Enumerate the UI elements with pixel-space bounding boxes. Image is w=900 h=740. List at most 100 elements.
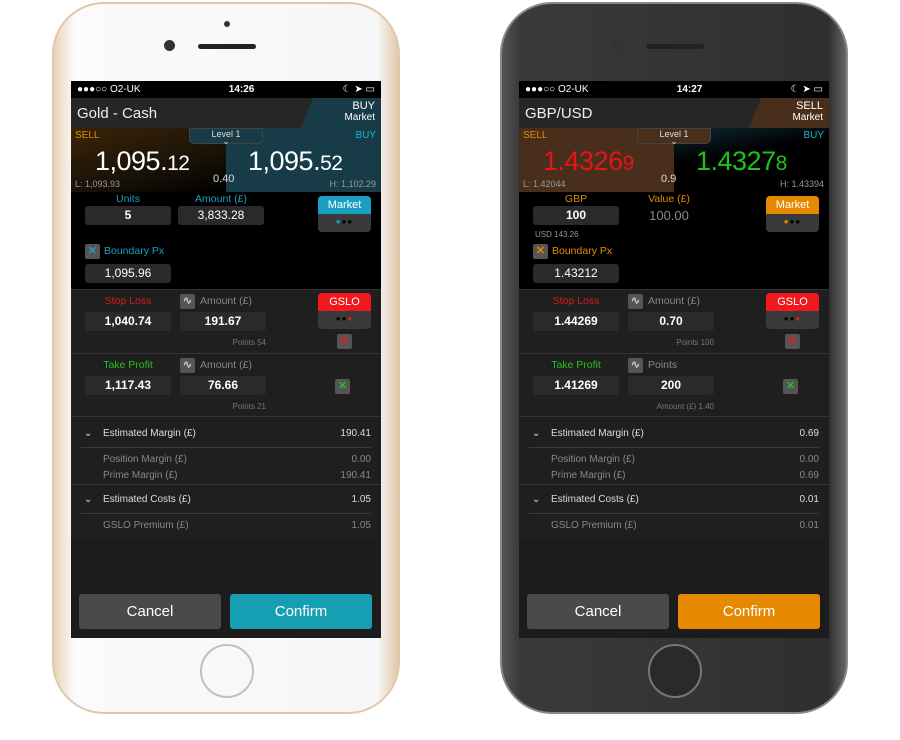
- boundary-checkbox[interactable]: ✕: [85, 244, 100, 259]
- position-margin-label: Position Margin (£): [103, 454, 187, 465]
- position-margin-value: 0.00: [351, 454, 371, 465]
- costs-label: Estimated Costs (£): [103, 494, 191, 505]
- margin-label: Estimated Margin (£): [551, 428, 644, 439]
- status-bar: ●●●○○ O2-UK 14:26 ☾ ➤ ▭: [71, 81, 381, 98]
- order-type-label: Market: [344, 112, 375, 123]
- gslo-button[interactable]: GSLO: [318, 293, 371, 311]
- toggle-mode-icon[interactable]: ∿: [628, 358, 643, 373]
- divider: [529, 513, 819, 514]
- high-price: H: 1,102.29: [329, 179, 376, 189]
- home-button[interactable]: [200, 644, 254, 698]
- stop-loss-label: Stop Loss: [552, 295, 600, 307]
- tp-mode-label: Amount (£): [200, 359, 252, 371]
- buy-price: 1,095.52: [248, 146, 343, 176]
- stop-loss-label: Stop Loss: [104, 295, 152, 307]
- stop-amount-input[interactable]: 191.67: [180, 312, 266, 331]
- direction-toggle[interactable]: SELL Market: [749, 98, 829, 128]
- prime-margin-value: 0.69: [799, 470, 819, 481]
- take-profit-input[interactable]: 1,117.43: [85, 376, 171, 395]
- cancel-button[interactable]: Cancel: [79, 594, 221, 629]
- estimated-costs-section[interactable]: ⌄ Estimated Costs (£) 0.01 GSLO Premium (£…: [519, 484, 829, 538]
- estimated-margin-section[interactable]: ⌄ Estimated Margin (£) 190.41 Position Mar…: [71, 416, 381, 484]
- home-button[interactable]: [648, 644, 702, 698]
- stop-amount-input[interactable]: 0.70: [628, 312, 714, 331]
- buy-label: BUY: [803, 130, 824, 141]
- confirm-button[interactable]: Confirm: [678, 594, 820, 629]
- boundary-price-input[interactable]: 1.43212: [533, 264, 619, 283]
- pager-dots: ●●●: [335, 217, 354, 226]
- chevron-down-icon: ⌄: [532, 428, 541, 439]
- instrument-title: GBP/USD: [525, 105, 593, 122]
- gslo-button[interactable]: GSLO: [766, 293, 819, 311]
- remove-stop-icon[interactable]: ✕: [337, 334, 352, 349]
- chevron-down-icon: ⌄: [84, 494, 93, 505]
- divider: [81, 513, 371, 514]
- low-price: L: 1.42044: [523, 179, 566, 189]
- remove-stop-icon[interactable]: ✕: [785, 334, 800, 349]
- market-button[interactable]: Market: [766, 196, 819, 214]
- phone-2: ●●●○○ O2-UK 14:27 ☾ ➤ ▭ GBP/USD SELL Mar…: [500, 2, 848, 714]
- cancel-button[interactable]: Cancel: [527, 594, 669, 629]
- take-profit-section: Take Profit ∿ Amount (£) 1,117.43 76.66 …: [71, 353, 381, 416]
- tp-note: Amount (£) 1.40: [656, 402, 714, 411]
- proximity-sensor: [672, 21, 678, 27]
- order-type-selector[interactable]: Market ●●●: [766, 196, 819, 232]
- stop-loss-input[interactable]: 1,040.74: [85, 312, 171, 331]
- amount-input[interactable]: 100.00: [626, 206, 712, 225]
- remove-take-profit-icon[interactable]: ✕: [783, 379, 798, 394]
- instrument-title: Gold - Cash: [77, 105, 158, 122]
- confirm-button[interactable]: Confirm: [230, 594, 372, 629]
- boundary-label: Boundary Px: [552, 245, 613, 257]
- stop-type-selector[interactable]: GSLO ●●●: [318, 293, 371, 329]
- margin-label: Estimated Margin (£): [103, 428, 196, 439]
- direction-toggle[interactable]: BUY Market: [301, 98, 381, 128]
- estimated-margin-section[interactable]: ⌄ Estimated Margin (£) 0.69 Position Margi…: [519, 416, 829, 484]
- quantity-input[interactable]: 100: [533, 206, 619, 225]
- stop-points-note: Points 100: [676, 338, 714, 347]
- boundary-checkbox[interactable]: ✕: [533, 244, 548, 259]
- quantity-input[interactable]: 5: [85, 206, 171, 225]
- chevron-down-icon: ⌄: [532, 494, 541, 505]
- tp-mode-label: Points: [648, 359, 678, 371]
- spread-value: 0.9: [661, 173, 677, 185]
- carrier-signal: ●●●○○ O2-UK: [77, 84, 141, 95]
- front-camera: [612, 40, 623, 51]
- tp-amount-input[interactable]: 200: [628, 376, 714, 395]
- level-dropdown[interactable]: Level 1 ⌄: [637, 128, 711, 146]
- amount-input[interactable]: 3,833.28: [178, 206, 264, 225]
- stop-type-selector[interactable]: GSLO ●●●: [766, 293, 819, 329]
- stop-mode-label: Amount (£): [648, 295, 700, 307]
- order-type-selector[interactable]: Market ●●●: [318, 196, 371, 232]
- toggle-mode-icon[interactable]: ∿: [180, 294, 195, 309]
- chevron-down-icon: ⌄: [222, 136, 230, 146]
- direction-label: SELL: [796, 100, 823, 112]
- clock: 14:27: [676, 84, 703, 95]
- toggle-mode-icon[interactable]: ∿: [628, 294, 643, 309]
- ticket-body: Units 5 Amount (£) 3,833.28 Market ●●● ✕ …: [71, 192, 381, 538]
- remove-take-profit-icon[interactable]: ✕: [335, 379, 350, 394]
- pager-dots: ●●●: [783, 217, 802, 226]
- pager-dots: ●●●: [783, 314, 802, 323]
- sell-price: 1,095.12: [95, 146, 190, 176]
- pager-dots: ●●●: [335, 314, 354, 323]
- estimated-costs-section[interactable]: ⌄ Estimated Costs (£) 1.05 GSLO Premium (£…: [71, 484, 381, 538]
- buy-label: BUY: [355, 130, 376, 141]
- margin-value: 190.41: [340, 428, 371, 439]
- converted-value-note: USD 143.26: [535, 230, 579, 239]
- direction-label: BUY: [352, 100, 375, 112]
- stop-points-note: Points 54: [232, 338, 266, 347]
- stop-loss-input[interactable]: 1.44269: [533, 312, 619, 331]
- costs-label: Estimated Costs (£): [551, 494, 639, 505]
- quantity-label: Units: [116, 193, 140, 205]
- price-panel: SELL 1,095.12 L: 1,093.93 BUY 1,095.52 H…: [71, 128, 381, 192]
- level-dropdown[interactable]: Level 1 ⌄: [189, 128, 263, 146]
- boundary-price-input[interactable]: 1,095.96: [85, 264, 171, 283]
- margin-value: 0.69: [799, 428, 819, 439]
- costs-value: 1.05: [351, 494, 371, 505]
- buy-price: 1.43278: [696, 146, 787, 176]
- market-button[interactable]: Market: [318, 196, 371, 214]
- toggle-mode-icon[interactable]: ∿: [180, 358, 195, 373]
- low-price: L: 1,093.93: [75, 179, 121, 189]
- tp-amount-input[interactable]: 76.66: [180, 376, 266, 395]
- take-profit-input[interactable]: 1.41269: [533, 376, 619, 395]
